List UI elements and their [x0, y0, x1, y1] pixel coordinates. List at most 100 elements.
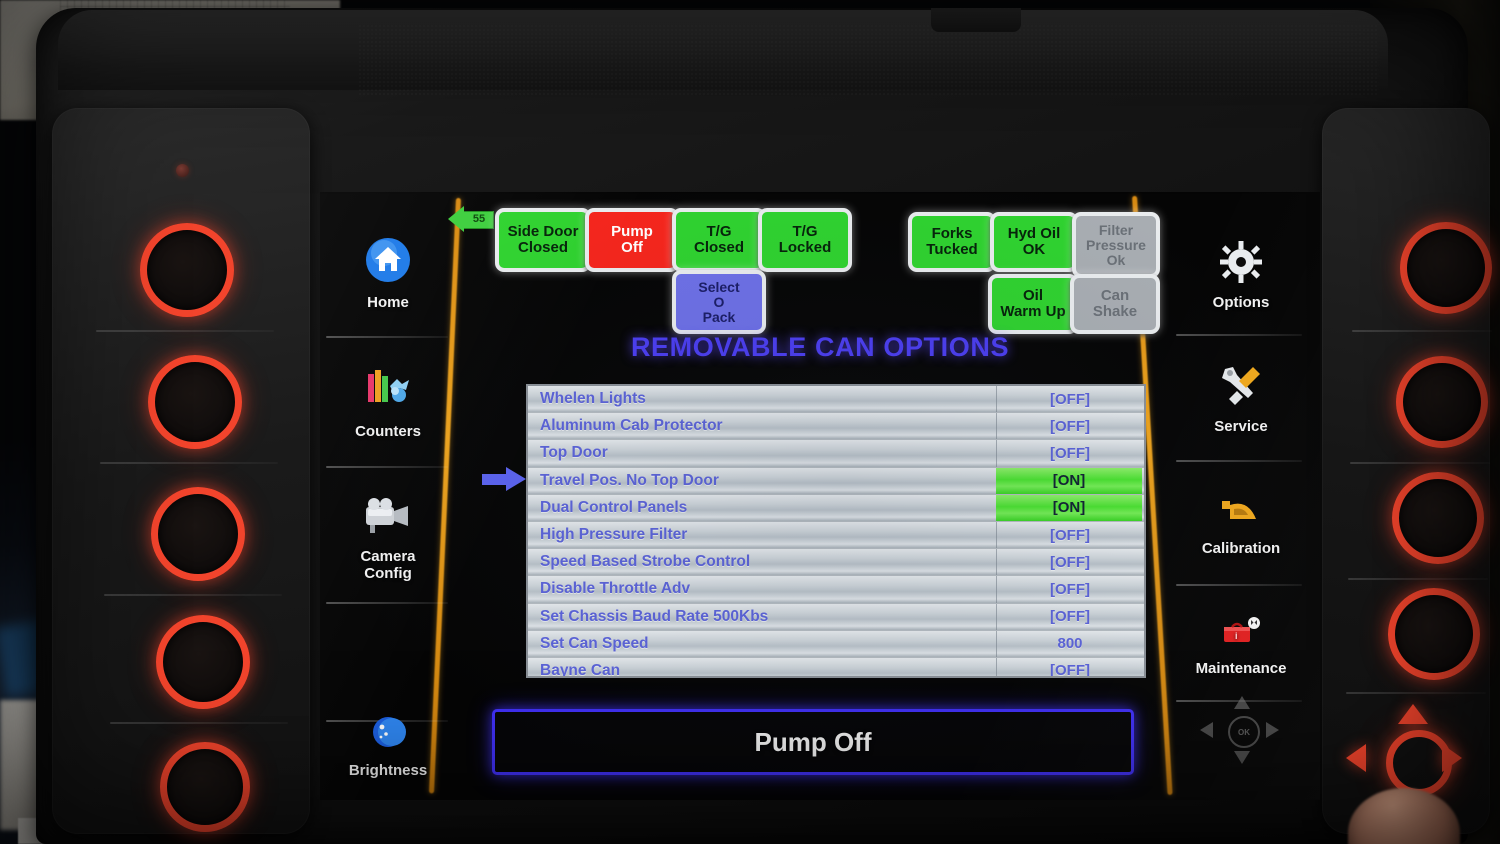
options-row-value-cell[interactable]: [OFF]: [996, 521, 1143, 549]
hw-button-8[interactable]: [1392, 472, 1484, 564]
hw-button-2[interactable]: [148, 355, 242, 449]
menu-item-calibration[interactable]: Calibration: [1166, 472, 1316, 580]
page-title: REMOVABLE CAN OPTIONS: [630, 332, 1010, 362]
moon-brightness-icon: [368, 713, 408, 755]
menu-item-brightness[interactable]: Brightness: [322, 690, 454, 800]
dpad-up-icon[interactable]: [1398, 704, 1428, 724]
hw-button-9[interactable]: [1388, 588, 1480, 680]
menu-item-options[interactable]: Options: [1166, 226, 1316, 326]
status-forks-tucked[interactable]: Forks Tucked: [908, 212, 996, 272]
status-select-o-pack[interactable]: Select O Pack: [672, 270, 766, 334]
options-row-value: [OFF]: [1050, 662, 1090, 678]
hw-button-3[interactable]: [151, 487, 245, 581]
dpad-ok-button[interactable]: OK: [1228, 716, 1260, 748]
menu-item-counters[interactable]: Counters: [322, 348, 454, 460]
selection-cursor-icon: [482, 467, 526, 491]
options-row-label: Aluminum Cab Protector: [540, 417, 723, 435]
menu-divider: [1176, 584, 1302, 586]
dpad-right-icon[interactable]: [1266, 722, 1279, 738]
options-row[interactable]: High Pressure Filter [OFF]: [528, 521, 1144, 550]
menu-item-label: Options: [1212, 294, 1270, 311]
calibration-icon: [1218, 495, 1264, 533]
options-row-value-cell[interactable]: [OFF]: [996, 657, 1143, 678]
cursor-shaft: [482, 474, 508, 485]
options-row-value-cell[interactable]: [OFF]: [996, 440, 1143, 467]
options-row-value-cell[interactable]: [ON]: [996, 467, 1142, 494]
status-side-door[interactable]: Side Door Closed: [495, 208, 591, 272]
options-row-label: Top Door: [540, 444, 608, 462]
dpad-left-icon[interactable]: [1200, 722, 1213, 738]
options-row-value-cell[interactable]: [OFF]: [996, 413, 1143, 440]
dpad-left-icon[interactable]: [1346, 744, 1366, 772]
menu-item-home[interactable]: Home: [322, 218, 454, 330]
hw-button-5[interactable]: [160, 742, 250, 832]
hw-button-1[interactable]: [140, 223, 234, 317]
hw-button-7[interactable]: [1396, 356, 1488, 448]
status-line-2: Tucked: [926, 241, 978, 258]
status-line-1: Forks: [931, 225, 973, 242]
dpad-down-icon[interactable]: [1234, 751, 1250, 764]
dpad-right-icon[interactable]: [1442, 744, 1462, 772]
options-row-value: [OFF]: [1050, 444, 1090, 462]
options-row-label: Dual Control Panels: [540, 498, 688, 516]
options-row[interactable]: Speed Based Strobe Control [OFF]: [528, 549, 1144, 577]
status-hyd-oil[interactable]: Hyd Oil OK: [990, 212, 1078, 272]
status-tg-locked[interactable]: T/G Locked: [758, 208, 852, 272]
status-line-2: Closed: [517, 239, 568, 256]
onscreen-dpad[interactable]: OK: [1196, 694, 1288, 772]
options-row-value: [ON]: [1052, 472, 1086, 490]
options-row-value-cell[interactable]: [OFF]: [996, 386, 1143, 413]
options-row-value: [OFF]: [1050, 390, 1090, 408]
menu-item-label: Brightness: [348, 762, 428, 779]
options-row-label: Disable Throttle Adv: [540, 580, 691, 598]
status-line-1: Pump: [611, 223, 653, 240]
status-line-3: Ok: [1106, 251, 1126, 268]
status-bar-label: Pump Off: [754, 726, 872, 757]
options-row-value-cell[interactable]: [ON]: [996, 494, 1142, 521]
hw-button-6[interactable]: [1400, 222, 1492, 314]
options-row-label: Speed Based Strobe Control: [540, 553, 751, 571]
options-row-value-cell[interactable]: [OFF]: [996, 549, 1143, 576]
menu-item-label: Service: [1214, 418, 1268, 435]
status-tg-closed[interactable]: T/G Closed: [672, 208, 766, 272]
menu-item-label: Calibration: [1201, 540, 1281, 557]
screenshot-root: 55 Home Counters Camera Config Brightnes…: [0, 0, 1500, 844]
options-row-label: Set Chassis Baud Rate 500Kbs: [540, 607, 769, 625]
status-line-2: Closed: [693, 239, 744, 256]
status-oil-warm-up[interactable]: Oil Warm Up: [988, 274, 1078, 334]
options-list[interactable]: Whelen Lights [OFF] Aluminum Cab Protector…: [526, 384, 1146, 678]
status-line-2: OK: [1022, 241, 1046, 258]
hw-button-4[interactable]: [156, 615, 250, 709]
status-line-1: Can: [1100, 287, 1130, 304]
options-row-label: Bayne Can: [540, 661, 621, 678]
back-arrow-badge[interactable]: 55: [448, 206, 494, 232]
options-row[interactable]: Dual Control Panels [ON]: [528, 494, 1144, 522]
status-line-1: Side Door: [507, 223, 579, 240]
options-row[interactable]: Aluminum Cab Protector [OFF]: [528, 413, 1144, 441]
status-can-shake[interactable]: Can Shake: [1070, 274, 1160, 334]
panel-divider: [96, 330, 274, 332]
options-row[interactable]: Set Chassis Baud Rate 500Kbs [OFF]: [528, 603, 1144, 631]
dpad-up-icon[interactable]: [1234, 696, 1250, 709]
options-row[interactable]: Disable Throttle Adv [OFF]: [528, 576, 1144, 604]
options-row-value-cell[interactable]: [OFF]: [996, 603, 1143, 630]
menu-item-maintenance[interactable]: i Maintenance: [1166, 594, 1316, 698]
options-row[interactable]: Set Can Speed 800: [528, 630, 1144, 658]
menu-item-label: Counters: [355, 423, 421, 440]
bezel-mount-nub: [931, 8, 1021, 32]
options-row-value: 800: [1057, 635, 1083, 653]
status-pump[interactable]: Pump Off: [585, 208, 679, 272]
home-icon: [365, 237, 411, 287]
status-line-1: Select: [698, 278, 740, 295]
toolbox-icon: i: [1218, 615, 1264, 653]
menu-item-camera-config[interactable]: Camera Config: [322, 478, 454, 598]
options-row[interactable]: Whelen Lights [OFF]: [528, 386, 1144, 414]
status-bar[interactable]: Pump Off: [492, 709, 1134, 775]
status-led: [176, 164, 189, 177]
options-row[interactable]: Travel Pos. No Top Door [ON]: [528, 467, 1144, 495]
options-row[interactable]: Top Door [OFF]: [528, 440, 1144, 468]
status-filter-pressure[interactable]: Filter Pressure Ok: [1072, 212, 1160, 278]
options-row-value-cell[interactable]: 800: [996, 630, 1143, 657]
options-row[interactable]: Bayne Can [OFF]: [528, 657, 1144, 678]
options-row-value-cell[interactable]: [OFF]: [996, 576, 1143, 603]
